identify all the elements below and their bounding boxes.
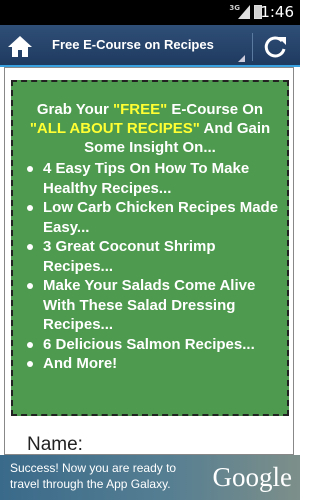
refresh-icon[interactable] — [260, 32, 290, 62]
clock: 1:46 — [260, 3, 294, 21]
signal-icon — [238, 5, 250, 19]
bullet-item: 6 Delicious Salmon Recipes... — [21, 335, 287, 355]
web-content: Grab Your "FREE" E-Course On "ALL ABOUT … — [0, 67, 300, 455]
ad-text[interactable]: Success! Now you are ready to travel thr… — [10, 460, 200, 492]
bullet-item: 4 Easy Tips On How To Make Healthy Recip… — [21, 159, 287, 198]
action-divider — [252, 33, 253, 61]
action-bar: Free E-Course on Recipes — [0, 25, 300, 67]
ad-banner[interactable]: Success! Now you are ready to travel thr… — [0, 455, 300, 500]
promo-headline: Grab Your "FREE" E-Course On "ALL ABOUT … — [17, 100, 283, 157]
headline-text: Grab Your — [36, 101, 114, 118]
headline-text: E-Course On — [167, 101, 264, 118]
headline-free: "FREE" — [113, 101, 168, 118]
name-field-label: Name: — [27, 434, 83, 455]
headline-topic: "ALL ABOUT RECIPES" — [29, 120, 200, 137]
app-title[interactable]: Free E-Course on Recipes — [52, 37, 214, 52]
bullet-item: Low Carb Chicken Recipes Made Easy... — [21, 198, 287, 237]
home-icon[interactable] — [6, 33, 34, 59]
promo-bullet-list: 4 Easy Tips On How To Make Healthy Recip… — [21, 159, 287, 374]
bullet-item: And More! — [21, 354, 287, 374]
bullet-item: Make Your Salads Come Alive With These S… — [21, 276, 287, 335]
dropdown-indicator-icon[interactable] — [238, 55, 245, 62]
google-logo[interactable]: Google — [213, 462, 292, 493]
content-frame: Grab Your "FREE" E-Course On "ALL ABOUT … — [4, 67, 294, 455]
promo-box: Grab Your "FREE" E-Course On "ALL ABOUT … — [11, 80, 289, 416]
bullet-item: 3 Great Coconut Shrimp Recipes... — [21, 237, 287, 276]
status-bar: 3G 1:46 — [0, 0, 300, 25]
